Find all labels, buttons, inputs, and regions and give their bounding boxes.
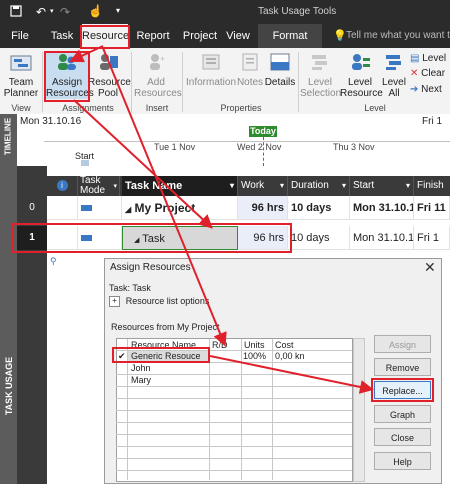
arrow-assign-to-task — [73, 99, 213, 229]
arrow-tab-to-dialog — [102, 47, 227, 347]
arrow-resource-to-replace — [209, 355, 374, 394]
arrow-tab-to-assign — [69, 45, 104, 63]
annotation-arrows — [69, 45, 374, 394]
